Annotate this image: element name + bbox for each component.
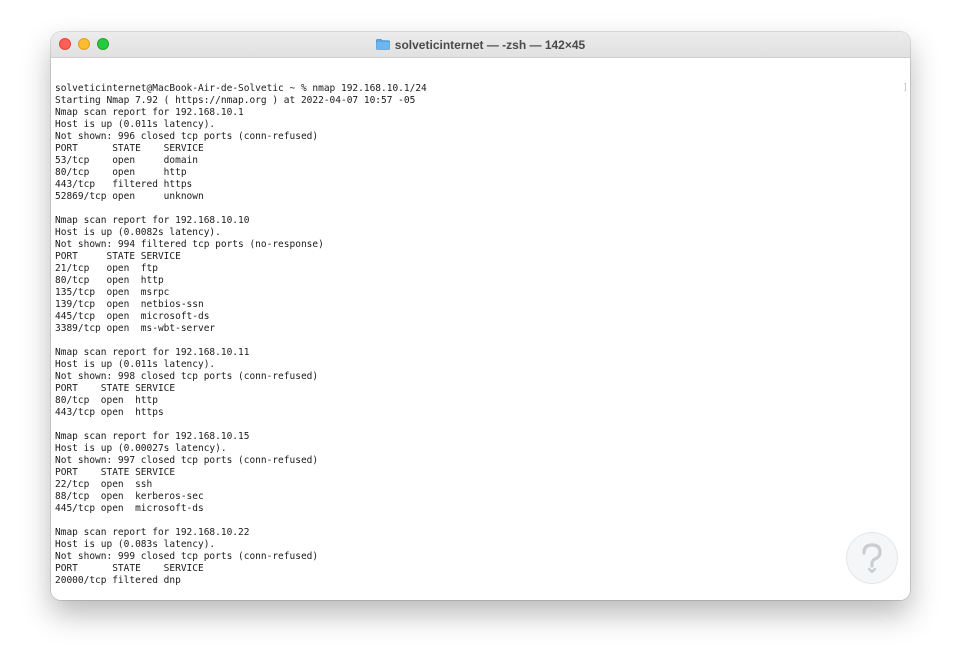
terminal-line: PORT STATE SERVICE xyxy=(55,383,176,394)
terminal-line: Not shown: 997 closed tcp ports (conn-re… xyxy=(55,455,319,466)
terminal-line: Host is up (0.011s latency). xyxy=(55,359,216,370)
solvetic-logo-icon xyxy=(847,533,897,583)
terminal-line: Nmap scan report for 192.168.10.22 xyxy=(55,527,250,538)
terminal-content[interactable]: solveticinternet@MacBook-Air-de-Solvetic… xyxy=(51,58,910,600)
terminal-line: 80/tcp open http xyxy=(55,275,164,286)
terminal-line: Not shown: 999 closed tcp ports (conn-re… xyxy=(55,551,319,562)
terminal-line: 3389/tcp open ms-wbt-server xyxy=(55,323,216,334)
terminal-output: solveticinternet@MacBook-Air-de-Solvetic… xyxy=(55,83,427,587)
terminal-line: PORT STATE SERVICE xyxy=(55,143,204,154)
window-title: solveticinternet — -zsh — 142×45 xyxy=(394,37,586,52)
terminal-line: PORT STATE SERVICE xyxy=(55,251,181,262)
terminal-line: Starting Nmap 7.92 ( https://nmap.org ) … xyxy=(55,95,416,106)
terminal-line: Not shown: 996 closed tcp ports (conn-re… xyxy=(55,131,319,142)
folder-icon xyxy=(375,39,390,50)
terminal-line: Not shown: 998 closed tcp ports (conn-re… xyxy=(55,371,319,382)
terminal-line: 21/tcp open ftp xyxy=(55,263,158,274)
terminal-window: solveticinternet — -zsh — 142×45 solveti… xyxy=(51,32,910,600)
terminal-line: 443/tcp filtered https xyxy=(55,179,193,190)
terminal-line: 443/tcp open https xyxy=(55,407,164,418)
terminal-line: 53/tcp open domain xyxy=(55,155,198,166)
terminal-line: 88/tcp open kerberos-sec xyxy=(55,491,204,502)
window-title-group: solveticinternet — -zsh — 142×45 xyxy=(51,32,910,57)
terminal-line: Host is up (0.083s latency). xyxy=(55,539,216,550)
terminal-line: 20000/tcp filtered dnp xyxy=(55,575,181,586)
scroll-marker-icon: ] xyxy=(902,83,908,93)
terminal-line: Host is up (0.00027s latency). xyxy=(55,443,227,454)
terminal-line: Host is up (0.011s latency). xyxy=(55,119,216,130)
terminal-line: 52869/tcp open unknown xyxy=(55,191,204,202)
terminal-line: Nmap scan report for 192.168.10.11 xyxy=(55,347,250,358)
terminal-line: PORT STATE SERVICE xyxy=(55,563,204,574)
terminal-line: PORT STATE SERVICE xyxy=(55,467,176,478)
terminal-line: 445/tcp open microsoft-ds xyxy=(55,503,204,514)
terminal-line: Nmap scan report for 192.168.10.15 xyxy=(55,431,250,442)
title-bar[interactable]: solveticinternet — -zsh — 142×45 xyxy=(51,32,910,58)
terminal-line: Nmap scan report for 192.168.10.1 xyxy=(55,107,244,118)
terminal-line: Host is up (0.0082s latency). xyxy=(55,227,221,238)
terminal-line: solveticinternet@MacBook-Air-de-Solvetic… xyxy=(55,83,427,94)
terminal-line: 445/tcp open microsoft-ds xyxy=(55,311,210,322)
terminal-line: Not shown: 994 filtered tcp ports (no-re… xyxy=(55,239,324,250)
terminal-line: 80/tcp open http xyxy=(55,167,187,178)
terminal-line: 135/tcp open msrpc xyxy=(55,287,170,298)
terminal-line: 22/tcp open ssh xyxy=(55,479,153,490)
terminal-line: Nmap scan report for 192.168.10.10 xyxy=(55,215,250,226)
terminal-line: 139/tcp open netbios-ssn xyxy=(55,299,204,310)
terminal-line: 80/tcp open http xyxy=(55,395,158,406)
